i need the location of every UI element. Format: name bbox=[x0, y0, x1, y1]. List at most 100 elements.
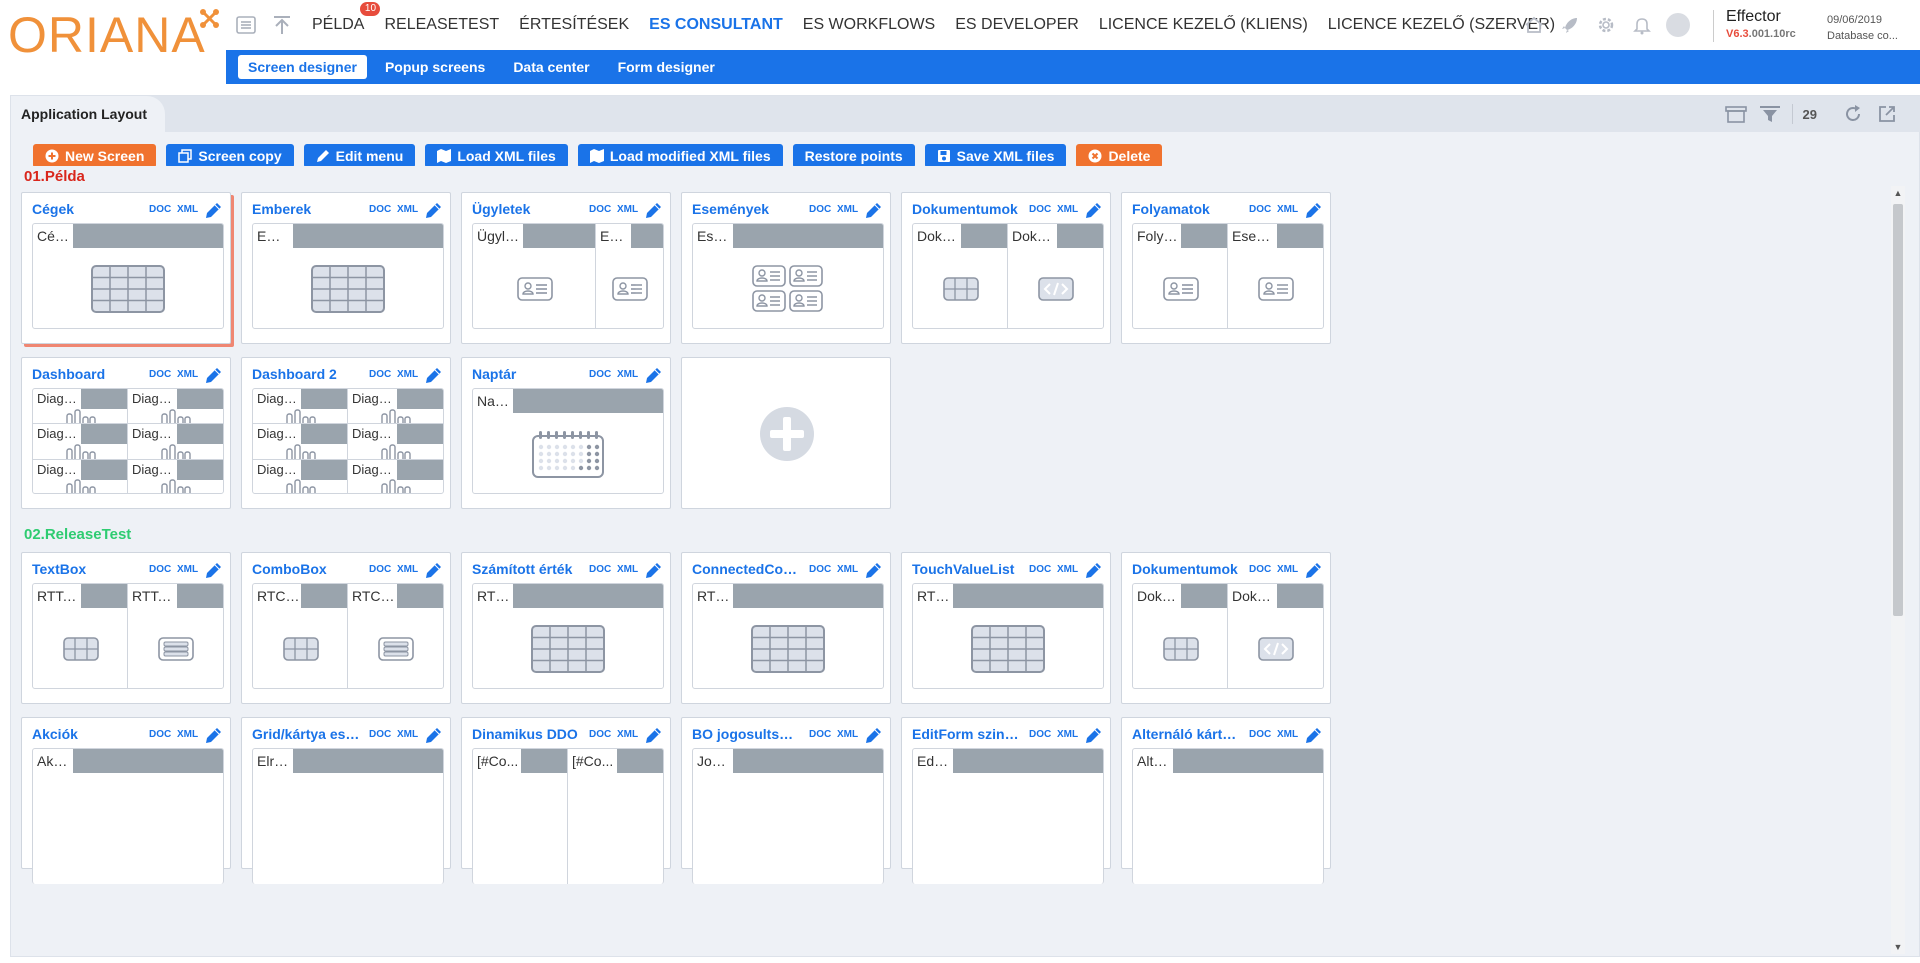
screen-card-title[interactable]: BO jogosultságok bbox=[692, 726, 800, 742]
rocket-icon[interactable] bbox=[1558, 13, 1582, 37]
screen-card-title[interactable]: Akciók bbox=[32, 726, 140, 742]
nav-item[interactable]: ES DEVELOPER bbox=[945, 0, 1089, 50]
nav-item[interactable]: RELEASETEST bbox=[374, 0, 509, 50]
screen-card-title[interactable]: TouchValueList bbox=[912, 561, 1020, 577]
xml-link[interactable]: XML bbox=[177, 369, 198, 380]
doc-link[interactable]: DOC bbox=[589, 204, 611, 215]
edit-pencil-icon[interactable] bbox=[645, 726, 663, 744]
screen-card[interactable]: TouchValueList DOC XML RTTouchValueLi... bbox=[901, 552, 1111, 704]
edit-pencil-icon[interactable] bbox=[1085, 726, 1103, 744]
screen-card-title[interactable]: EditForm szintű Rea... bbox=[912, 726, 1020, 742]
home-icon[interactable] bbox=[1522, 13, 1546, 37]
edit-pencil-icon[interactable] bbox=[425, 561, 443, 579]
load-modified-xml-button[interactable]: Load modified XML files bbox=[577, 144, 783, 168]
screen-card[interactable]: Emberek DOC XML Emberek bbox=[241, 192, 451, 344]
doc-link[interactable]: DOC bbox=[589, 564, 611, 575]
settings-gear-icon[interactable] bbox=[1594, 13, 1618, 37]
doc-link[interactable]: DOC bbox=[1029, 564, 1051, 575]
doc-link[interactable]: DOC bbox=[369, 369, 391, 380]
screen-card-title[interactable]: ConnectedControls bbox=[692, 561, 800, 577]
scroll-down-icon[interactable]: ▼ bbox=[1891, 940, 1905, 954]
screen-card[interactable]: Számított érték DOC XML RTComputedVal... bbox=[461, 552, 671, 704]
xml-link[interactable]: XML bbox=[1057, 564, 1078, 575]
screen-card-title[interactable]: Grid/kártya eszköztár bbox=[252, 726, 360, 742]
xml-link[interactable]: XML bbox=[1057, 729, 1078, 740]
nav-item[interactable]: ES CONSULTANT bbox=[639, 0, 793, 50]
xml-link[interactable]: XML bbox=[397, 729, 418, 740]
xml-link[interactable]: XML bbox=[617, 204, 638, 215]
screen-card[interactable]: Cégek DOC XML Cégek bbox=[21, 192, 231, 344]
screen-card[interactable]: TextBox DOC XML RTTex... RTTex... bbox=[21, 552, 231, 704]
doc-link[interactable]: DOC bbox=[369, 564, 391, 575]
screen-card[interactable]: Naptár DOC XML Naptár bbox=[461, 357, 671, 509]
menu-list-icon[interactable] bbox=[235, 14, 257, 36]
restore-points-button[interactable]: Restore points bbox=[792, 144, 915, 168]
screen-card-title[interactable]: Cégek bbox=[32, 201, 140, 217]
doc-link[interactable]: DOC bbox=[1249, 564, 1271, 575]
xml-link[interactable]: XML bbox=[397, 564, 418, 575]
add-screen-card[interactable] bbox=[681, 357, 891, 509]
screen-card[interactable]: DashboardDOCXMLDiagra...Diagra...Diagra.… bbox=[21, 357, 231, 509]
screen-copy-button[interactable]: Screen copy bbox=[166, 144, 294, 168]
user-info[interactable]: Effector V6.3.001.10rc bbox=[1726, 8, 1796, 40]
screen-card-title[interactable]: Ügyletek bbox=[472, 201, 580, 217]
xml-link[interactable]: XML bbox=[1277, 204, 1298, 215]
edit-pencil-icon[interactable] bbox=[205, 201, 223, 219]
screen-card-title[interactable]: Alternáló kártyák bbox=[1132, 726, 1240, 742]
vertical-scrollbar[interactable]: ▲ ▼ bbox=[1891, 186, 1905, 954]
scrollbar-thumb[interactable] bbox=[1893, 204, 1903, 616]
xml-link[interactable]: XML bbox=[837, 204, 858, 215]
screen-card[interactable]: ComboBox DOC XML RTCo... RTCo... bbox=[241, 552, 451, 704]
doc-link[interactable]: DOC bbox=[809, 564, 831, 575]
screen-card[interactable]: ConnectedControls DOC XML RTConnectedCo... bbox=[681, 552, 891, 704]
edit-pencil-icon[interactable] bbox=[205, 561, 223, 579]
bell-icon[interactable] bbox=[1630, 13, 1654, 37]
screen-card-title[interactable]: Dashboard 2 bbox=[252, 366, 360, 382]
external-link-icon[interactable] bbox=[1875, 102, 1899, 126]
edit-pencil-icon[interactable] bbox=[645, 366, 663, 384]
edit-pencil-icon[interactable] bbox=[425, 201, 443, 219]
xml-link[interactable]: XML bbox=[1277, 729, 1298, 740]
screen-card-title[interactable]: Dokumentumok bbox=[1132, 561, 1240, 577]
nav-item[interactable]: LICENCE KEZELŐ (KLIENS) bbox=[1089, 0, 1318, 50]
load-xml-button[interactable]: Load XML files bbox=[425, 144, 568, 168]
screen-card[interactable]: Grid/kártya eszköztár DOC XML Elrejtett esz… bbox=[241, 717, 451, 884]
screen-card[interactable]: Dinamikus DDO DOC XML [#Co... [#Co... bbox=[461, 717, 671, 884]
xml-link[interactable]: XML bbox=[617, 369, 638, 380]
edit-pencil-icon[interactable] bbox=[645, 561, 663, 579]
screen-card[interactable]: Dokumentumok DOC XML Doku... Doku... bbox=[901, 192, 1111, 344]
subnav-tab[interactable]: Data center bbox=[503, 55, 599, 79]
doc-link[interactable]: DOC bbox=[149, 729, 171, 740]
subnav-tab[interactable]: Screen designer bbox=[238, 55, 367, 79]
doc-link[interactable]: DOC bbox=[149, 204, 171, 215]
doc-link[interactable]: DOC bbox=[1029, 204, 1051, 215]
screen-card-title[interactable]: Dashboard bbox=[32, 366, 140, 382]
xml-link[interactable]: XML bbox=[617, 729, 638, 740]
edit-pencil-icon[interactable] bbox=[1305, 726, 1323, 744]
screen-card[interactable]: Akciók DOC XML Akciógombok bbox=[21, 717, 231, 884]
edit-pencil-icon[interactable] bbox=[865, 201, 883, 219]
tab-application-layout[interactable]: Application Layout bbox=[11, 96, 165, 132]
edit-pencil-icon[interactable] bbox=[1305, 201, 1323, 219]
nav-item[interactable]: PÉLDA 10 bbox=[302, 0, 381, 50]
subnav-tab[interactable]: Form designer bbox=[608, 55, 725, 79]
doc-link[interactable]: DOC bbox=[809, 729, 831, 740]
xml-link[interactable]: XML bbox=[617, 564, 638, 575]
edit-pencil-icon[interactable] bbox=[1085, 201, 1103, 219]
screen-card-title[interactable]: Folyamatok bbox=[1132, 201, 1240, 217]
xml-link[interactable]: XML bbox=[397, 204, 418, 215]
screen-card[interactable]: Dokumentumok DOC XML Doku... Doku... bbox=[1121, 552, 1331, 704]
xml-link[interactable]: XML bbox=[397, 369, 418, 380]
xml-link[interactable]: XML bbox=[177, 729, 198, 740]
xml-link[interactable]: XML bbox=[177, 564, 198, 575]
oriana-logo[interactable]: ORIANA bbox=[8, 4, 223, 64]
doc-link[interactable]: DOC bbox=[1029, 729, 1051, 740]
edit-pencil-icon[interactable] bbox=[205, 726, 223, 744]
save-xml-button[interactable]: Save XML files bbox=[924, 144, 1067, 168]
delete-button[interactable]: Delete bbox=[1076, 144, 1163, 168]
screen-card[interactable]: Ügyletek DOC XML Ügyletek Ese... bbox=[461, 192, 671, 344]
doc-link[interactable]: DOC bbox=[1249, 204, 1271, 215]
user-avatar-icon[interactable] bbox=[1666, 13, 1690, 37]
xml-link[interactable]: XML bbox=[1057, 204, 1078, 215]
doc-link[interactable]: DOC bbox=[149, 564, 171, 575]
